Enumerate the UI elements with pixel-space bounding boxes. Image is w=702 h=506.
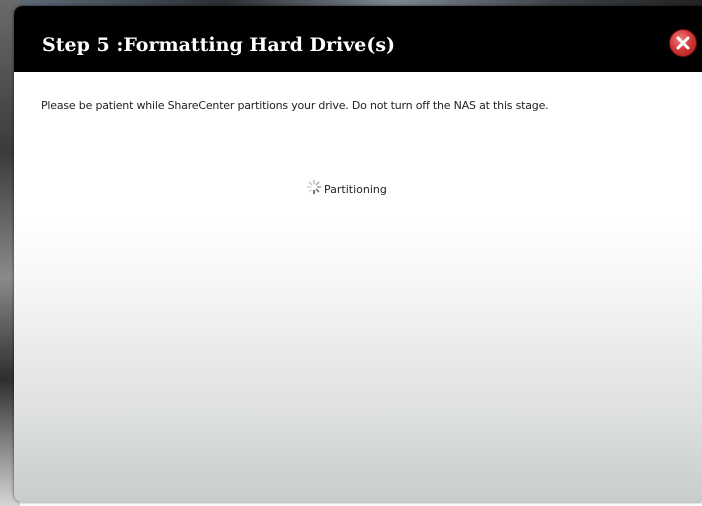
close-icon bbox=[676, 36, 690, 50]
dialog-title: Step 5 :Formatting Hard Drive(s) bbox=[42, 34, 396, 56]
close-button[interactable] bbox=[669, 29, 697, 57]
loading-spinner-icon bbox=[306, 179, 322, 195]
dialog-message: Please be patient while ShareCenter part… bbox=[41, 99, 549, 112]
format-dialog: Step 5 :Formatting Hard Drive(s) Please … bbox=[14, 6, 702, 502]
dialog-titlebar: Step 5 :Formatting Hard Drive(s) bbox=[14, 6, 702, 72]
status-label: Partitioning bbox=[324, 183, 387, 196]
